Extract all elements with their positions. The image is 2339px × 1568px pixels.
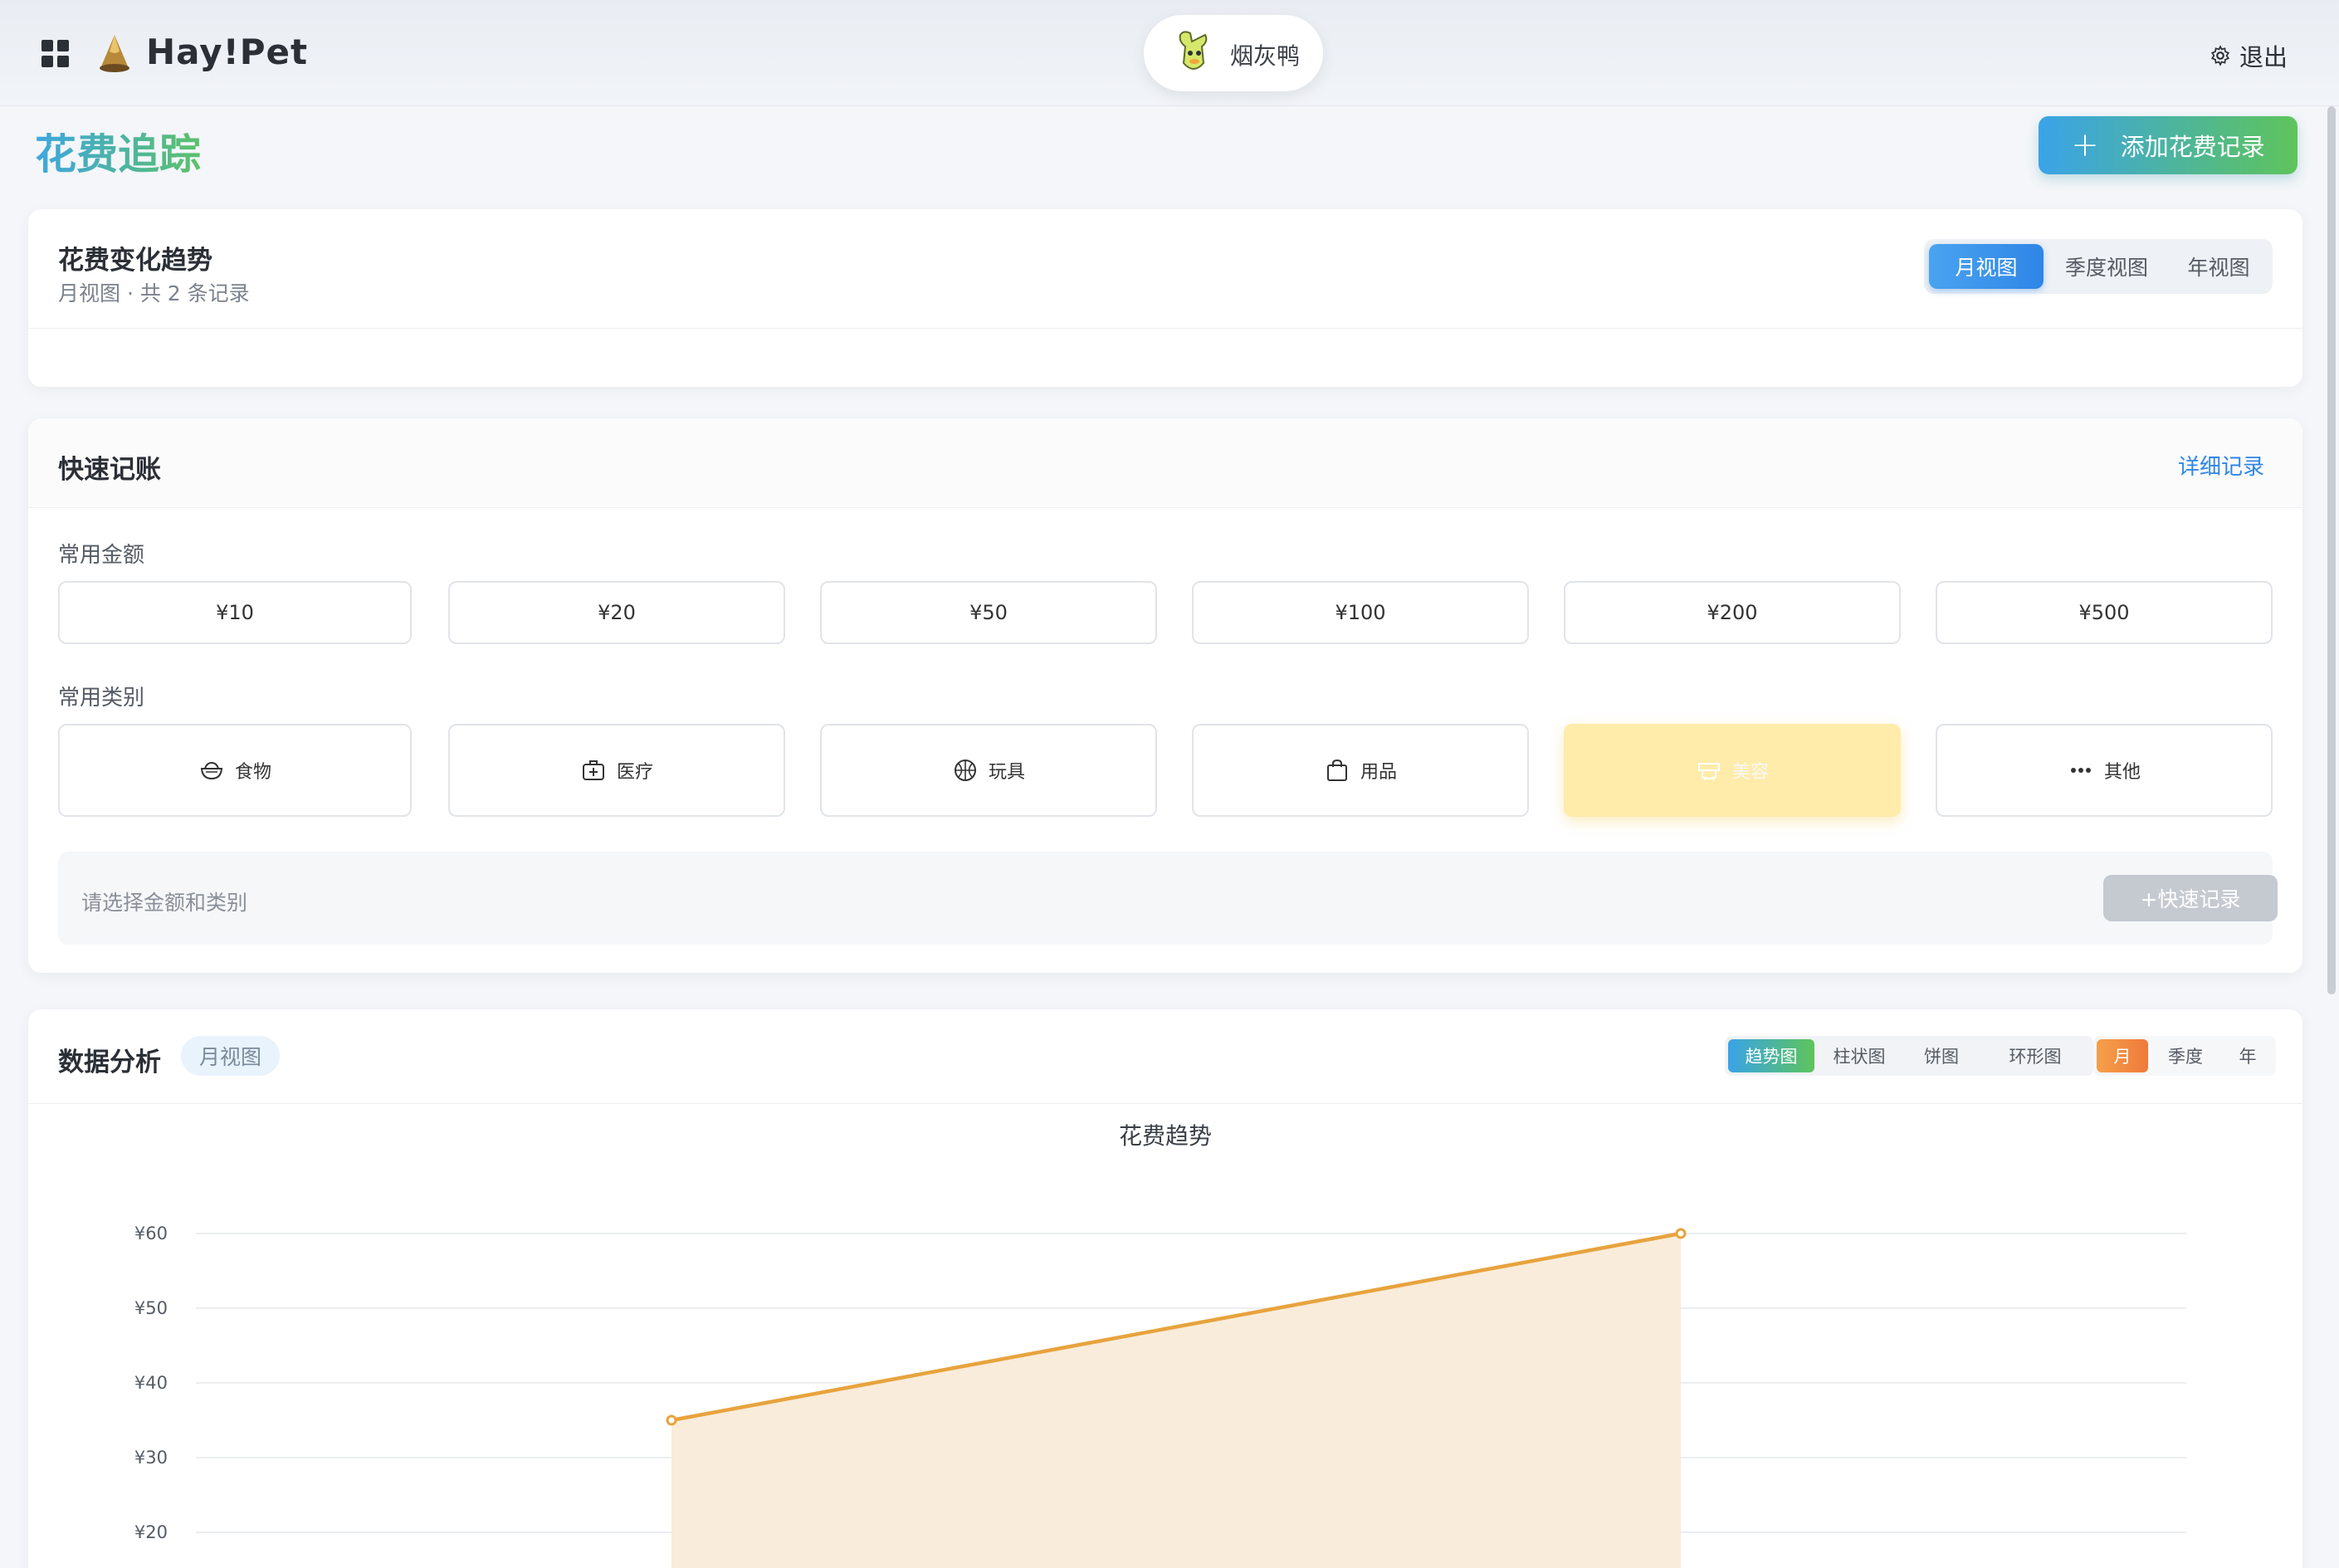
pet-switcher[interactable]: 烟灰鸭 bbox=[1144, 15, 1323, 91]
chart-type-switcher: 趋势图 柱状图 饼图 环形图 bbox=[1725, 1036, 2093, 1076]
more-dots-icon bbox=[2070, 768, 2091, 773]
category-label: 常用类别 bbox=[58, 686, 145, 711]
quick-entry-hint: 请选择金额和类别 bbox=[81, 891, 248, 915]
trend-card-title: 花费变化趋势 bbox=[58, 246, 212, 276]
category-grooming-label: 美容 bbox=[1731, 762, 1769, 783]
amount-option[interactable]: ¥500 bbox=[1936, 581, 2273, 644]
quick-entry-header: 快速记账 详细记录 bbox=[28, 418, 2302, 508]
trend-summary-card: 花费变化趋势 月视图 · 共 2 条记录 月视图 季度视图 年视图 bbox=[28, 209, 2302, 387]
chart-type-bar[interactable]: 柱状图 bbox=[1818, 1039, 1901, 1072]
brand-name: Hay!Pet bbox=[146, 32, 309, 72]
add-expense-button[interactable]: + 添加花费记录 bbox=[2039, 116, 2297, 174]
period-year[interactable]: 年 bbox=[2223, 1039, 2273, 1072]
period-quarter[interactable]: 季度 bbox=[2151, 1039, 2219, 1072]
category-other-label: 其他 bbox=[2103, 762, 2141, 783]
ball-icon bbox=[954, 760, 976, 781]
analysis-header: 数据分析 月视图 趋势图 柱状图 饼图 环形图 月 季度 年 bbox=[28, 1009, 2302, 1104]
amount-option[interactable]: ¥20 bbox=[448, 581, 785, 644]
quick-entry-title: 快速记账 bbox=[58, 455, 161, 485]
amount-option[interactable]: ¥10 bbox=[58, 581, 412, 644]
y-tick-label: ¥50 bbox=[134, 1298, 168, 1318]
chart-type-pie[interactable]: 饼图 bbox=[1904, 1039, 1979, 1072]
category-supplies-label: 用品 bbox=[1360, 762, 1397, 783]
add-expense-label: 添加花费记录 bbox=[2120, 133, 2265, 161]
amount-option[interactable]: ¥100 bbox=[1192, 581, 1529, 644]
trend-card-subtitle: 月视图 · 共 2 条记录 bbox=[58, 281, 250, 305]
category-food-label: 食物 bbox=[234, 762, 271, 783]
hay-logo-icon bbox=[100, 35, 129, 72]
pet-avatar bbox=[1179, 31, 1208, 70]
analysis-title: 数据分析 bbox=[58, 1048, 161, 1077]
chart-type-donut[interactable]: 环形图 bbox=[1982, 1039, 2088, 1072]
shopping-bag-icon bbox=[1326, 759, 1347, 781]
trend-card-header: 花费变化趋势 月视图 · 共 2 条记录 月视图 季度视图 年视图 bbox=[28, 209, 2302, 329]
detailed-record-link[interactable]: 详细记录 bbox=[2178, 450, 2264, 481]
analysis-card: 数据分析 月视图 趋势图 柱状图 饼图 环形图 月 季度 年 花费趋势 ¥20 ¥3… bbox=[28, 1009, 2302, 1568]
view-option-year[interactable]: 年视图 bbox=[2170, 244, 2268, 289]
data-point bbox=[1675, 1228, 1687, 1239]
medical-kit-icon bbox=[582, 760, 604, 780]
category-medical[interactable]: 医疗 bbox=[448, 724, 785, 817]
view-option-month[interactable]: 月视图 bbox=[1929, 244, 2044, 289]
category-medical-label: 医疗 bbox=[616, 762, 653, 783]
quick-entry-bar: 请选择金额和类别 +快速记录 bbox=[58, 852, 2278, 945]
period-month[interactable]: 月 bbox=[2097, 1039, 2148, 1072]
category-food[interactable]: 食物 bbox=[58, 724, 412, 817]
y-tick-label: ¥20 bbox=[134, 1522, 168, 1542]
logout-button[interactable]: 退出 bbox=[2210, 38, 2288, 73]
view-option-quarter[interactable]: 季度视图 bbox=[2045, 244, 2168, 289]
plus-icon: + bbox=[2071, 126, 2099, 164]
pet-name: 烟灰鸭 bbox=[1230, 42, 1301, 70]
category-supplies[interactable]: 用品 bbox=[1192, 724, 1529, 817]
top-bar: Hay!Pet 烟灰鸭 退出 bbox=[0, 0, 2339, 106]
category-grooming[interactable]: 美容 bbox=[1564, 724, 1901, 817]
page-scrollbar[interactable] bbox=[2327, 106, 2336, 994]
category-other[interactable]: 其他 bbox=[1936, 724, 2273, 817]
y-tick-label: ¥30 bbox=[134, 1448, 168, 1468]
app-grid-icon[interactable] bbox=[42, 40, 70, 68]
amount-option[interactable]: ¥50 bbox=[820, 581, 1157, 644]
spending-trend-chart: 花费趋势 ¥20 ¥30 ¥40 ¥50 ¥60 bbox=[134, 1122, 2186, 1568]
logout-label: 退出 bbox=[2239, 43, 2288, 71]
bath-icon bbox=[1697, 763, 1720, 781]
chart-type-trend[interactable]: 趋势图 bbox=[1728, 1039, 1814, 1072]
y-tick-label: ¥60 bbox=[134, 1224, 168, 1243]
food-bowl-icon bbox=[200, 761, 223, 780]
y-tick-label: ¥40 bbox=[134, 1373, 168, 1393]
category-toy[interactable]: 玩具 bbox=[820, 724, 1157, 817]
period-switcher: 月 季度 年 bbox=[2093, 1036, 2276, 1076]
chart-title: 花费趋势 bbox=[1119, 1122, 1212, 1150]
analysis-view-tag: 月视图 bbox=[181, 1036, 281, 1076]
quick-entry-card: 快速记账 详细记录 常用金额 ¥10 ¥20 ¥50 ¥100 ¥200 ¥50… bbox=[28, 418, 2302, 973]
quick-record-button[interactable]: +快速记录 bbox=[2103, 875, 2278, 921]
data-point bbox=[666, 1414, 677, 1426]
view-switcher: 月视图 季度视图 年视图 bbox=[1924, 239, 2273, 294]
amount-option[interactable]: ¥200 bbox=[1564, 581, 1901, 644]
series-area bbox=[671, 1233, 1681, 1568]
amount-label: 常用金额 bbox=[58, 543, 145, 568]
page-title: 花费追踪 bbox=[35, 121, 201, 181]
gear-icon bbox=[2210, 45, 2230, 66]
category-toy-label: 玩具 bbox=[988, 762, 1025, 783]
